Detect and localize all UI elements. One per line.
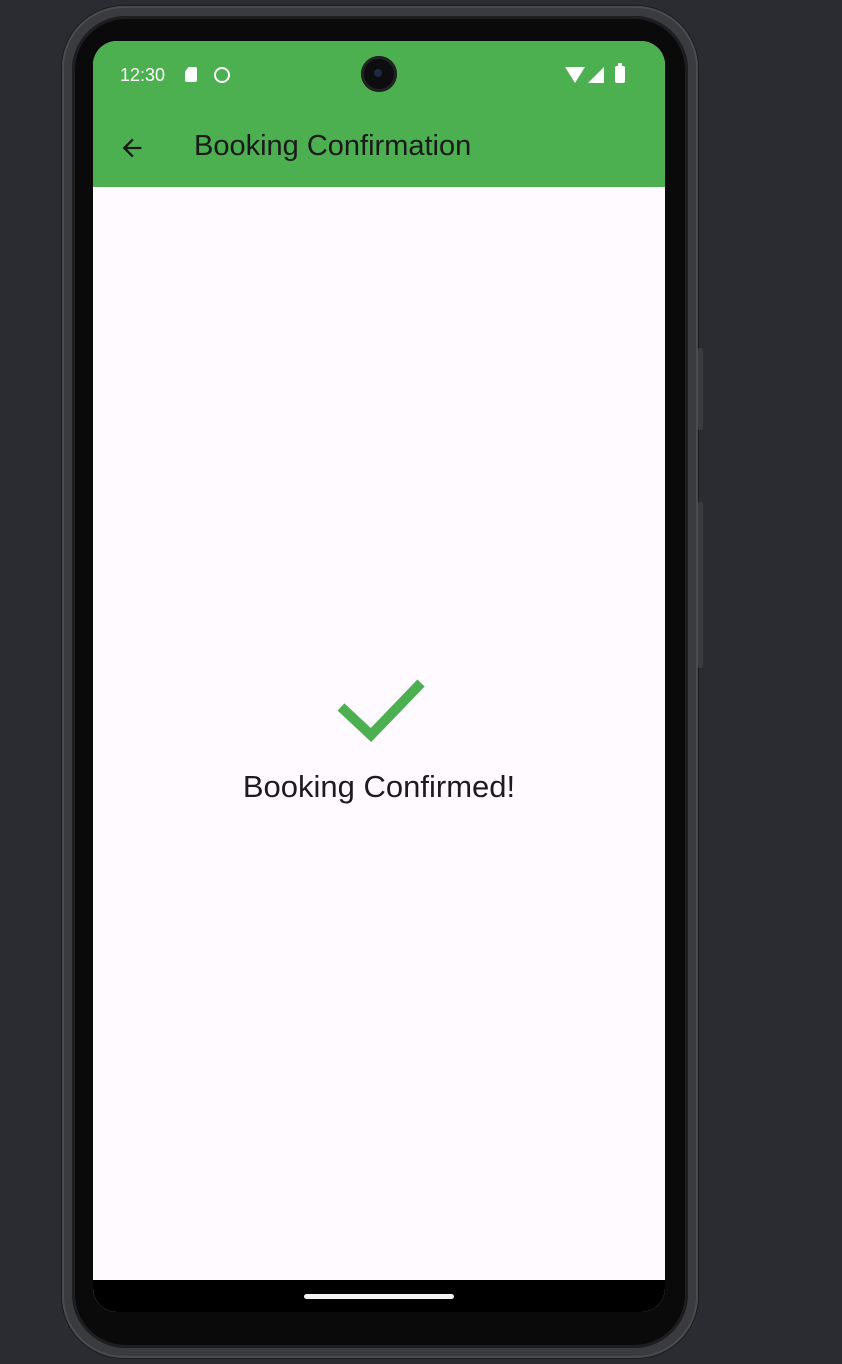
wifi-icon bbox=[565, 67, 585, 83]
status-time: 12:30 bbox=[120, 65, 166, 85]
gesture-nav-bar bbox=[93, 1280, 665, 1312]
front-camera bbox=[361, 56, 397, 92]
status-bar: 12:30 bbox=[93, 41, 665, 111]
check-icon bbox=[337, 679, 425, 743]
app-bar: Booking Confirmation bbox=[93, 111, 665, 187]
confirmation-message: Booking Confirmed! bbox=[242, 769, 516, 804]
battery-icon bbox=[615, 63, 625, 83]
volume-button bbox=[698, 348, 703, 430]
confirmation-content: Booking Confirmed! bbox=[93, 187, 665, 1280]
power-button bbox=[698, 502, 703, 668]
page-title: Booking Confirmation bbox=[194, 130, 472, 162]
device-screen: 12:30 Booking Confirmation Booking Confi… bbox=[93, 41, 665, 1312]
home-indicator[interactable] bbox=[304, 1294, 454, 1299]
sd-card-icon bbox=[185, 67, 197, 82]
signal-icon bbox=[588, 67, 604, 83]
face-icon bbox=[214, 67, 230, 83]
arrow-back-icon[interactable] bbox=[115, 131, 149, 165]
